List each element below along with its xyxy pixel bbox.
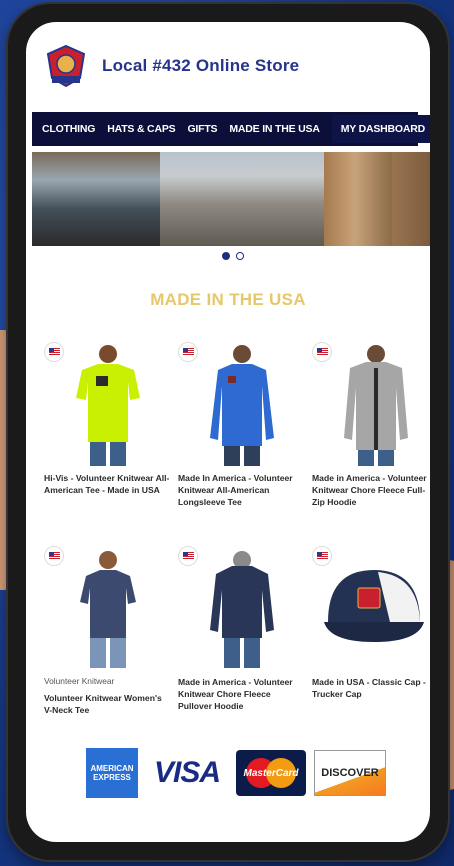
nav-clothing[interactable]: CLOTHING <box>32 123 101 135</box>
product-card[interactable]: Made in America - Volunteer Knitwear Cho… <box>312 342 430 508</box>
mastercard-logo-icon: MasterCard <box>236 750 306 796</box>
phone-frame: Local #432 Online Store CLOTHING HATS & … <box>8 4 448 860</box>
hero-carousel[interactable] <box>32 152 430 246</box>
carousel-image-hallway <box>392 152 430 246</box>
payment-methods: AMERICAN EXPRESS VISA MasterCard DISCOVE… <box>86 748 386 798</box>
carousel-dot-2[interactable] <box>236 252 244 260</box>
nav-hats-caps[interactable]: HATS & CAPS <box>101 123 181 135</box>
product-image[interactable] <box>312 342 430 472</box>
usa-flag-icon <box>44 342 64 362</box>
product-card[interactable]: Made in USA - Classic Cap - Trucker Cap <box>312 546 430 700</box>
product-image[interactable] <box>312 546 430 676</box>
visa-logo-icon: VISA <box>153 756 221 789</box>
product-card[interactable]: Made In America - Volunteer Knitwear All… <box>178 342 304 508</box>
product-image[interactable] <box>44 342 170 472</box>
phone-screen: Local #432 Online Store CLOTHING HATS & … <box>26 22 430 842</box>
usa-flag-icon <box>178 546 198 566</box>
product-card[interactable]: Hi-Vis - Volunteer Knitwear All-American… <box>44 342 170 496</box>
carousel-image-framing <box>324 152 392 246</box>
product-name[interactable]: Made in America - Volunteer Knitwear Cho… <box>312 472 430 508</box>
mastercard-label: MasterCard <box>243 767 299 779</box>
product-image[interactable] <box>178 342 304 472</box>
product-name[interactable]: Made in USA - Classic Cap - Trucker Cap <box>312 676 430 700</box>
section-title: MADE IN THE USA <box>150 290 306 309</box>
usa-flag-icon <box>44 546 64 566</box>
usa-flag-icon <box>178 342 198 362</box>
carousel-image-construction-site <box>160 152 324 246</box>
product-image[interactable] <box>44 546 170 676</box>
union-logo-icon[interactable] <box>44 44 88 88</box>
nav-gifts[interactable]: GIFTS <box>181 123 223 135</box>
product-card[interactable]: Volunteer Knitwear Volunteer Knitwear Wo… <box>44 546 170 716</box>
store-title[interactable]: Local #432 Online Store <box>102 56 299 76</box>
carousel-dot-1[interactable] <box>222 252 230 260</box>
usa-flag-icon <box>312 342 332 362</box>
product-name[interactable]: Made in America - Volunteer Knitwear Cho… <box>178 676 304 712</box>
discover-logo-icon: DISCOVER <box>314 750 386 796</box>
amex-logo-icon: AMERICAN EXPRESS <box>86 748 138 798</box>
product-name[interactable]: Hi-Vis - Volunteer Knitwear All-American… <box>44 472 170 496</box>
store-header: Local #432 Online Store <box>44 44 299 88</box>
carousel-image-meeting <box>32 152 160 246</box>
carousel-dots <box>222 252 244 260</box>
product-name[interactable]: Made In America - Volunteer Knitwear All… <box>178 472 304 508</box>
product-card[interactable]: Made in America - Volunteer Knitwear Cho… <box>178 546 304 712</box>
nav-my-dashboard[interactable]: MY DASHBOARD <box>331 115 430 143</box>
product-brand: Volunteer Knitwear <box>44 676 115 686</box>
main-nav: CLOTHING HATS & CAPS GIFTS MADE IN THE U… <box>32 112 430 146</box>
product-name[interactable]: Volunteer Knitwear Women's V-Neck Tee <box>44 692 170 716</box>
nav-made-in-usa[interactable]: MADE IN THE USA <box>223 123 325 135</box>
product-image[interactable] <box>178 546 304 676</box>
